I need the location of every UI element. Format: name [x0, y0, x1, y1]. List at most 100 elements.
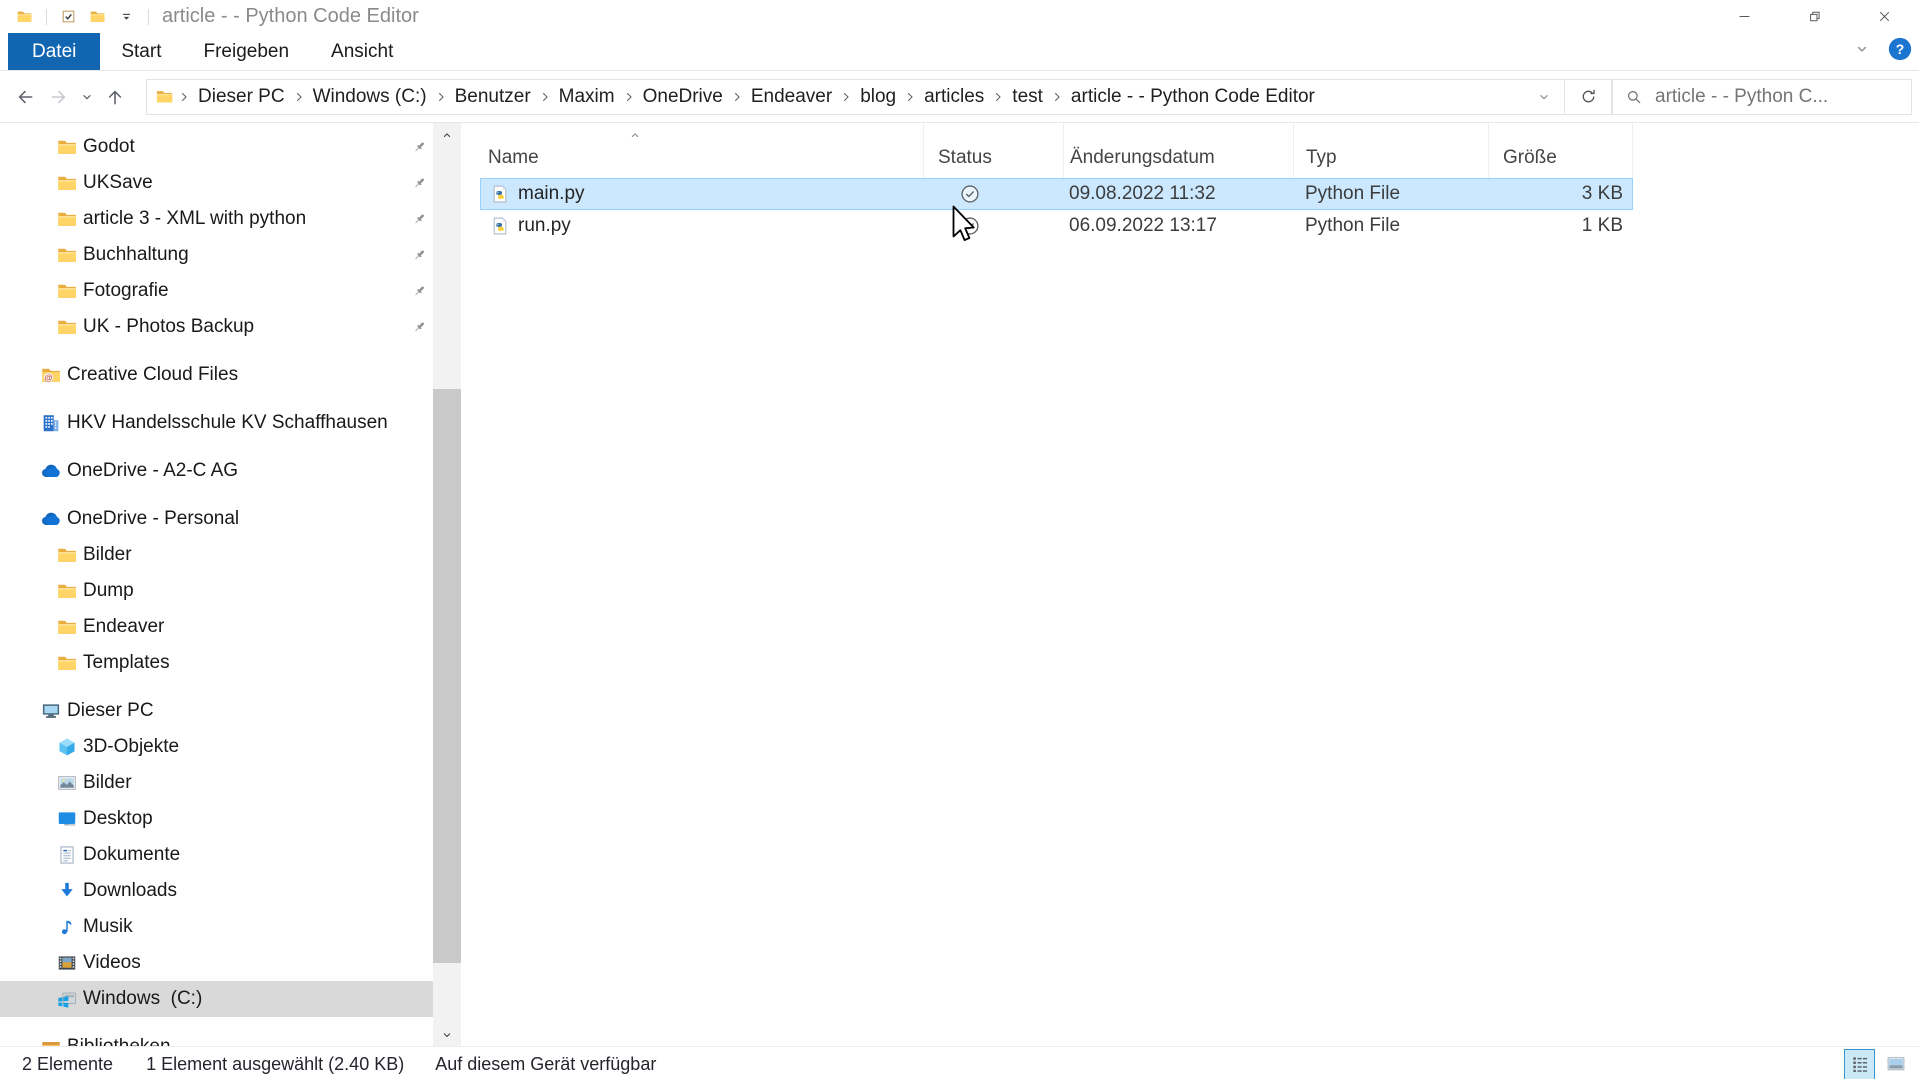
sidebar-item-label: Bilder — [83, 544, 132, 566]
up-button[interactable] — [98, 80, 132, 114]
main-area: Godot UKSavearticle 3 - XML with pythonBu… — [0, 123, 1919, 1046]
sidebar-item-fotografie[interactable]: Fotografie — [0, 273, 433, 309]
sidebar-item-label: Godot — [83, 136, 135, 158]
breadcrumb-item-windows-c[interactable]: Windows (C:) — [309, 86, 431, 108]
sidebar-item-videos[interactable]: Videos — [0, 945, 433, 981]
onedrive-cloud-icon — [40, 508, 62, 530]
breadcrumb-chevron-icon[interactable] — [988, 90, 1008, 104]
breadcrumb-chevron-icon[interactable] — [174, 90, 194, 104]
sidebar-item-label: Endeaver — [83, 616, 164, 638]
sidebar-item-label: Musik — [83, 916, 133, 938]
column-header-status[interactable]: Status — [923, 123, 1063, 178]
forward-button[interactable] — [42, 80, 76, 114]
sidebar-item-label: Creative Cloud Files — [67, 364, 238, 386]
breadcrumb-item-benutzer[interactable]: Benutzer — [451, 86, 535, 108]
sidebar-item-dump[interactable]: Dump — [0, 573, 433, 609]
breadcrumb-item-endeaver[interactable]: Endeaver — [747, 86, 836, 108]
scrollbar-thumb[interactable] — [433, 389, 461, 963]
breadcrumb-chevron-icon[interactable] — [1047, 90, 1067, 104]
recent-locations-dropdown-icon[interactable] — [76, 80, 98, 114]
sidebar-item-uksave[interactable]: UKSave — [0, 165, 433, 201]
breadcrumb-item-maxim[interactable]: Maxim — [555, 86, 619, 108]
sidebar-item-bilder[interactable]: Bilder — [0, 537, 433, 573]
sidebar-item-onedrive-personal[interactable]: OneDrive - Personal — [0, 501, 433, 537]
search-box[interactable]: article - - Python C... — [1612, 79, 1912, 115]
details-view-button[interactable] — [1844, 1049, 1875, 1079]
sidebar-item-onedrive-a2-c-ag[interactable]: OneDrive - A2-C AG — [0, 453, 433, 489]
file-status-cell — [923, 178, 1063, 210]
breadcrumb-chevron-icon[interactable] — [431, 90, 451, 104]
column-header-gr-e[interactable]: Größe — [1488, 123, 1633, 178]
file-row-run-py[interactable]: run.py06.09.2022 13:17Python File1 KB — [480, 210, 1633, 242]
file-rows: main.py09.08.2022 11:32Python File3 KBru… — [480, 178, 1919, 242]
breadcrumb-chevron-icon[interactable] — [836, 90, 856, 104]
ribbon-expand-icon[interactable] — [1853, 40, 1871, 63]
scroll-up-icon[interactable] — [433, 126, 461, 143]
minimize-button[interactable] — [1709, 0, 1779, 33]
breadcrumb-item-test[interactable]: test — [1008, 86, 1047, 108]
qat-customize-dropdown-icon[interactable] — [118, 8, 135, 25]
file-row-main-py[interactable]: main.py09.08.2022 11:32Python File3 KB — [480, 178, 1633, 210]
sidebar-item-uk-photos-backup[interactable]: UK - Photos Backup — [0, 309, 433, 345]
column-header-typ[interactable]: Typ — [1293, 123, 1488, 178]
sidebar-item-windows-c[interactable]: Windows (C:) — [0, 981, 433, 1017]
help-icon[interactable]: ? — [1887, 36, 1913, 67]
sidebar-item-desktop[interactable]: Desktop — [0, 801, 433, 837]
qat-folder-icon[interactable] — [89, 8, 106, 25]
sidebar-item-endeaver[interactable]: Endeaver — [0, 609, 433, 645]
breadcrumb-chevron-icon[interactable] — [619, 90, 639, 104]
svg-text:?: ? — [1896, 41, 1905, 57]
breadcrumb-chevron-icon[interactable] — [289, 90, 309, 104]
sidebar-item-bibliotheken[interactable]: Bibliotheken — [0, 1029, 433, 1046]
breadcrumb-chevron-icon[interactable] — [900, 90, 920, 104]
pin-icon — [412, 284, 427, 299]
qat-checkmark-icon[interactable] — [60, 8, 77, 25]
search-input[interactable]: article - - Python C... — [1655, 86, 1828, 108]
downloads-icon — [56, 880, 78, 902]
breadcrumb-item-blog[interactable]: blog — [856, 86, 900, 108]
sidebar-item-label: UK - Photos Backup — [83, 316, 254, 338]
breadcrumb-chevron-icon[interactable] — [727, 90, 747, 104]
address-bar[interactable]: Dieser PC Windows (C:) Benutzer Maxim OneDri… — [146, 79, 1565, 115]
folder-icon — [56, 208, 78, 230]
close-button[interactable] — [1849, 0, 1919, 33]
file-status-cell — [923, 210, 1063, 242]
tab-datei[interactable]: Datei — [8, 33, 100, 70]
sidebar-item-dieser-pc[interactable]: Dieser PC — [0, 693, 433, 729]
tab-ansicht[interactable]: Ansicht — [310, 33, 414, 70]
file-size: 1 KB — [1488, 210, 1633, 242]
sidebar-item-3d-objekte[interactable]: 3D-Objekte — [0, 729, 433, 765]
back-button[interactable] — [8, 80, 42, 114]
sidebar-item-templates[interactable]: Templates — [0, 645, 433, 681]
sidebar-item-creative-cloud-files[interactable]: @Creative Cloud Files — [0, 357, 433, 393]
building-icon — [40, 412, 62, 434]
desktop-icon — [56, 808, 78, 830]
sidebar-item-hkv-handelsschule-kv-schaffhausen[interactable]: HKV Handelsschule KV Schaffhausen — [0, 405, 433, 441]
sidebar-item-godot[interactable]: Godot — [0, 129, 433, 165]
breadcrumb-item-dieser-pc[interactable]: Dieser PC — [194, 86, 289, 108]
refresh-icon[interactable] — [1565, 79, 1612, 115]
sidebar-item-label: Desktop — [83, 808, 153, 830]
sidebar-item-dokumente[interactable]: Dokumente — [0, 837, 433, 873]
tab-freigeben[interactable]: Freigeben — [182, 33, 310, 70]
scroll-down-icon[interactable] — [433, 1026, 461, 1043]
column-header-nderungsdatum[interactable]: Änderungsdatum — [1063, 123, 1293, 178]
thumbnail-view-button[interactable] — [1880, 1049, 1911, 1079]
sidebar-scrollbar[interactable] — [433, 123, 461, 1046]
sidebar-item-article-3-xml-with-python[interactable]: article 3 - XML with python — [0, 201, 433, 237]
breadcrumb-item-onedrive[interactable]: OneDrive — [639, 86, 727, 108]
breadcrumb-chevron-icon[interactable] — [535, 90, 555, 104]
address-dropdown-icon[interactable] — [1524, 89, 1564, 105]
restore-button[interactable] — [1779, 0, 1849, 33]
music-icon — [56, 916, 78, 938]
breadcrumb-item-article-python-code-editor[interactable]: article - - Python Code Editor — [1067, 86, 1319, 108]
sort-ascending-icon[interactable] — [628, 128, 642, 142]
windows-drive-icon — [56, 988, 78, 1010]
tab-start[interactable]: Start — [100, 33, 182, 70]
sidebar-item-downloads[interactable]: Downloads — [0, 873, 433, 909]
sidebar-item-musik[interactable]: Musik — [0, 909, 433, 945]
sidebar-item-buchhaltung[interactable]: Buchhaltung — [0, 237, 433, 273]
sidebar-item-bilder[interactable]: Bilder — [0, 765, 433, 801]
breadcrumb-item-articles[interactable]: articles — [920, 86, 988, 108]
column-header-name[interactable]: Name — [480, 123, 923, 178]
